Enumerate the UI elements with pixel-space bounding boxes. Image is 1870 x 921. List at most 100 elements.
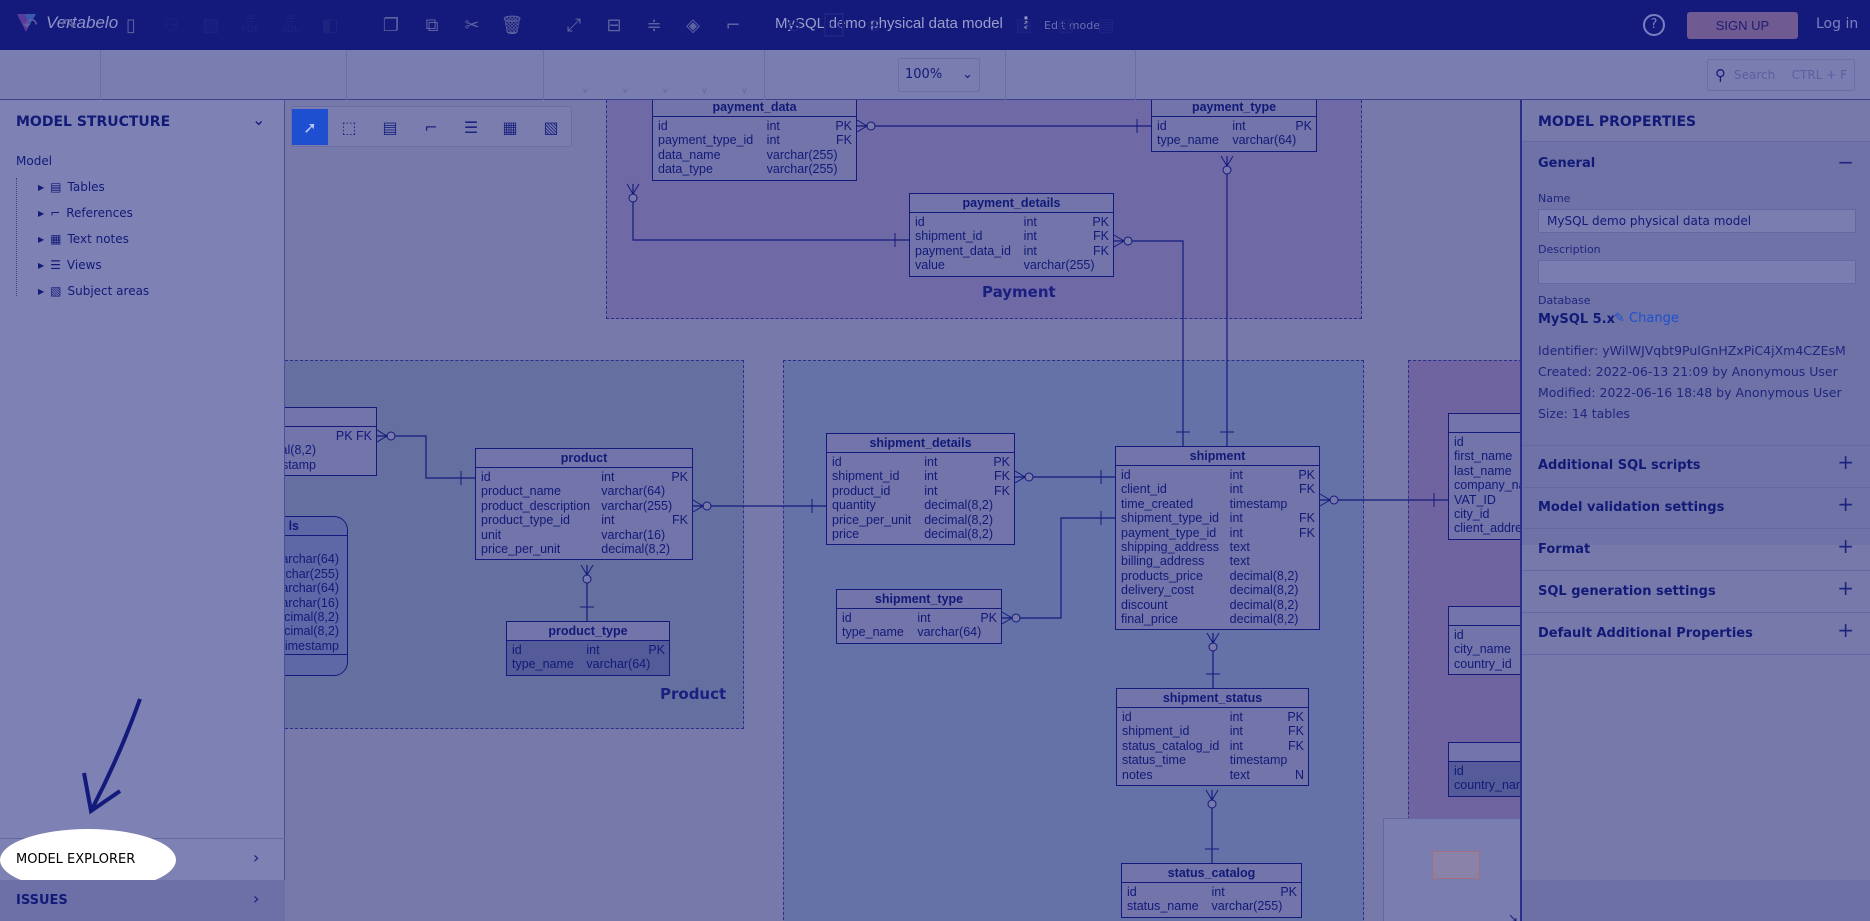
view-area-icon[interactable]: ▨ (1053, 12, 1079, 38)
table-partial[interactable]: id city_name country_id (1448, 606, 1520, 676)
many-marker (582, 574, 592, 584)
expand-icon[interactable]: + (1837, 618, 1854, 642)
many-marker (1208, 642, 1218, 652)
table-payment_details[interactable]: payment_details id int PK shipment_id int FK pa… (909, 193, 1114, 277)
table-column: product_id int FK (832, 483, 1010, 498)
model-explorer-section[interactable]: MODEL EXPLORER (16, 852, 135, 867)
marquee-tool-icon[interactable]: ⬚ (331, 109, 367, 145)
table-column: status_time timestamp (1122, 753, 1288, 768)
chevron-right-icon[interactable]: › (253, 889, 259, 908)
copy-icon[interactable]: ❐ (378, 12, 404, 38)
table-name: product (476, 449, 692, 468)
expand-icon[interactable]: + (1837, 534, 1854, 558)
area-icon: ▧ (50, 284, 62, 298)
table-shipment_status[interactable]: shipment_status id int PK shipment_id int FK st… (1116, 688, 1309, 786)
table-column: client_id int FK (1121, 482, 1315, 497)
log-in-link[interactable]: Log in (1816, 16, 1858, 32)
share-icon[interactable]: ⚇ (158, 12, 184, 38)
table-column: first_name (1454, 449, 1513, 464)
description-label: Description (1538, 243, 1601, 256)
minimap-resize-icon[interactable]: ↘ (1508, 911, 1518, 921)
add-view-icon[interactable]: ☰ (453, 109, 489, 145)
issues-section[interactable]: ISSUES (16, 893, 68, 908)
sign-up-button[interactable]: SIGN UP (1687, 12, 1798, 39)
table-product_type[interactable]: product_type id int PK type_name varchar(64) (506, 621, 670, 676)
undo-icon[interactable]: ↶ (17, 12, 43, 38)
tree-item-subject-areas[interactable]: ▶ ▧ Subject areas (38, 284, 149, 298)
tree-item-tables[interactable]: ▶ ▤ Tables (38, 180, 105, 194)
name-field[interactable]: MySQL demo physical data model (1538, 209, 1856, 233)
clone-icon[interactable]: ⧉ (419, 12, 445, 38)
change-database-link[interactable]: ✎ Change (1614, 311, 1679, 326)
table-product[interactable]: product id int PK product_name varchar(64) pro… (475, 448, 693, 561)
export-image-icon[interactable]: ▨ (198, 12, 224, 38)
add-area-icon[interactable]: ▧ (533, 109, 569, 145)
note-area-icon[interactable]: ▤ (1093, 12, 1119, 38)
section-sql-generation[interactable]: SQL generation settings (1538, 584, 1716, 599)
zoom-in-icon[interactable]: ⊕ (861, 12, 887, 38)
table-name: status_catalog (1122, 864, 1301, 883)
search-input[interactable]: ⚲ Search CTRL + F (1707, 59, 1855, 91)
help-icon[interactable]: ? (1643, 14, 1665, 36)
layers-icon[interactable]: ◈ (680, 12, 706, 38)
table-column: client_address (1454, 521, 1520, 536)
expand-icon[interactable]: + (1837, 450, 1854, 474)
section-format[interactable]: Format (1538, 542, 1590, 557)
generate-sql-icon[interactable]: ☰ SQL (277, 12, 303, 38)
zoom-out-icon[interactable]: ⊖ (781, 12, 807, 38)
model-title[interactable]: MySQL demo physical data model (775, 15, 1003, 32)
select-tool-icon[interactable]: ➚ (292, 109, 328, 145)
diagram-canvas[interactable]: Payment Product payment_data id int PK paymen… (285, 100, 1520, 921)
distribute-icon[interactable]: ≑ (641, 12, 667, 38)
table-column: country_id (1454, 656, 1512, 671)
line-style-icon[interactable]: ⌐ (720, 12, 746, 38)
align-icon[interactable]: ⊟ (601, 12, 627, 38)
add-note-icon[interactable]: ▦ (492, 109, 528, 145)
delete-icon[interactable]: 🗑 (499, 12, 525, 38)
description-field[interactable] (1538, 260, 1856, 284)
table-payment_type[interactable]: payment_type id int PK type_name varchar(64) (1151, 100, 1317, 152)
section-additional-sql[interactable]: Additional SQL scripts (1538, 458, 1701, 473)
table-name: ls (285, 517, 347, 536)
table-shipment[interactable]: shipment id int PK client_id int FK time_create… (1115, 446, 1320, 631)
actual-size-icon[interactable]: 1:1 (824, 13, 844, 37)
table-partial[interactable]: idfirst_namelast_namecompany_nameVAT_IDc… (1448, 413, 1520, 540)
table-status_catalog[interactable]: status_catalog id int PK status_name varchar(… (1121, 863, 1302, 918)
add-table-icon[interactable]: ▤ (372, 109, 408, 145)
tree-item-references[interactable]: ▶ ⌐ References (38, 206, 133, 220)
subject-area-icon[interactable]: ▧ (1011, 12, 1037, 38)
many-marker (1011, 613, 1021, 623)
table-column: id int PK (658, 119, 852, 133)
table-column: city_name (1454, 642, 1511, 657)
tree-item-views[interactable]: ▶ ☰ Views (38, 258, 102, 272)
tree-item-text-notes[interactable]: ▶ ▦ Text notes (38, 232, 129, 246)
table-payment_data[interactable]: payment_data id int PK payment_type_id int FK d… (652, 100, 857, 181)
expand-icon[interactable]: + (1837, 492, 1854, 516)
add-reference-icon[interactable]: ⌐ (413, 109, 449, 145)
export-pdf-icon[interactable]: ☰ PDF (237, 12, 263, 38)
save-icon[interactable]: ▯ (118, 12, 144, 38)
panel-icon[interactable]: ◧ (317, 12, 343, 38)
table-shipment_details[interactable]: shipment_details id int PK shipment_id int FK p… (826, 433, 1015, 546)
redo-icon[interactable]: ↷ (56, 12, 82, 38)
table-ls[interactable]: lsvarchar(64)varchar(255)varchar(64)varc… (285, 516, 348, 677)
table-column: price_per_unit decimal(8,2) (832, 512, 994, 527)
section-default-properties[interactable]: Default Additional Properties (1538, 626, 1753, 641)
tree-root[interactable]: Model (16, 154, 52, 168)
many-marker (1123, 236, 1133, 246)
zoom-select[interactable]: 100% ⌄ (898, 58, 980, 92)
table-shipment_type[interactable]: shipment_type id int PK type_name varchar(64) (836, 589, 1002, 644)
table-column: status_catalog_id int FK (1122, 738, 1304, 753)
section-validation[interactable]: Model validation settings (1538, 500, 1724, 515)
chevron-right-icon[interactable]: › (253, 848, 259, 867)
table-partial[interactable]: PK FK decimal(8,2)timestamp (285, 407, 377, 477)
minimap[interactable]: ↘ (1383, 818, 1520, 921)
cut-icon[interactable]: ✂ (459, 12, 485, 38)
resize-icon[interactable]: ⤢ (561, 12, 587, 38)
table-column: id int PK (915, 215, 1109, 229)
table-partial[interactable]: idcountry_name (1448, 742, 1520, 797)
expand-icon[interactable]: + (1837, 576, 1854, 600)
collapse-icon[interactable]: − (1837, 150, 1854, 174)
collapse-chevron-icon[interactable]: ⌄ (252, 110, 265, 129)
general-section[interactable]: General (1538, 156, 1595, 171)
